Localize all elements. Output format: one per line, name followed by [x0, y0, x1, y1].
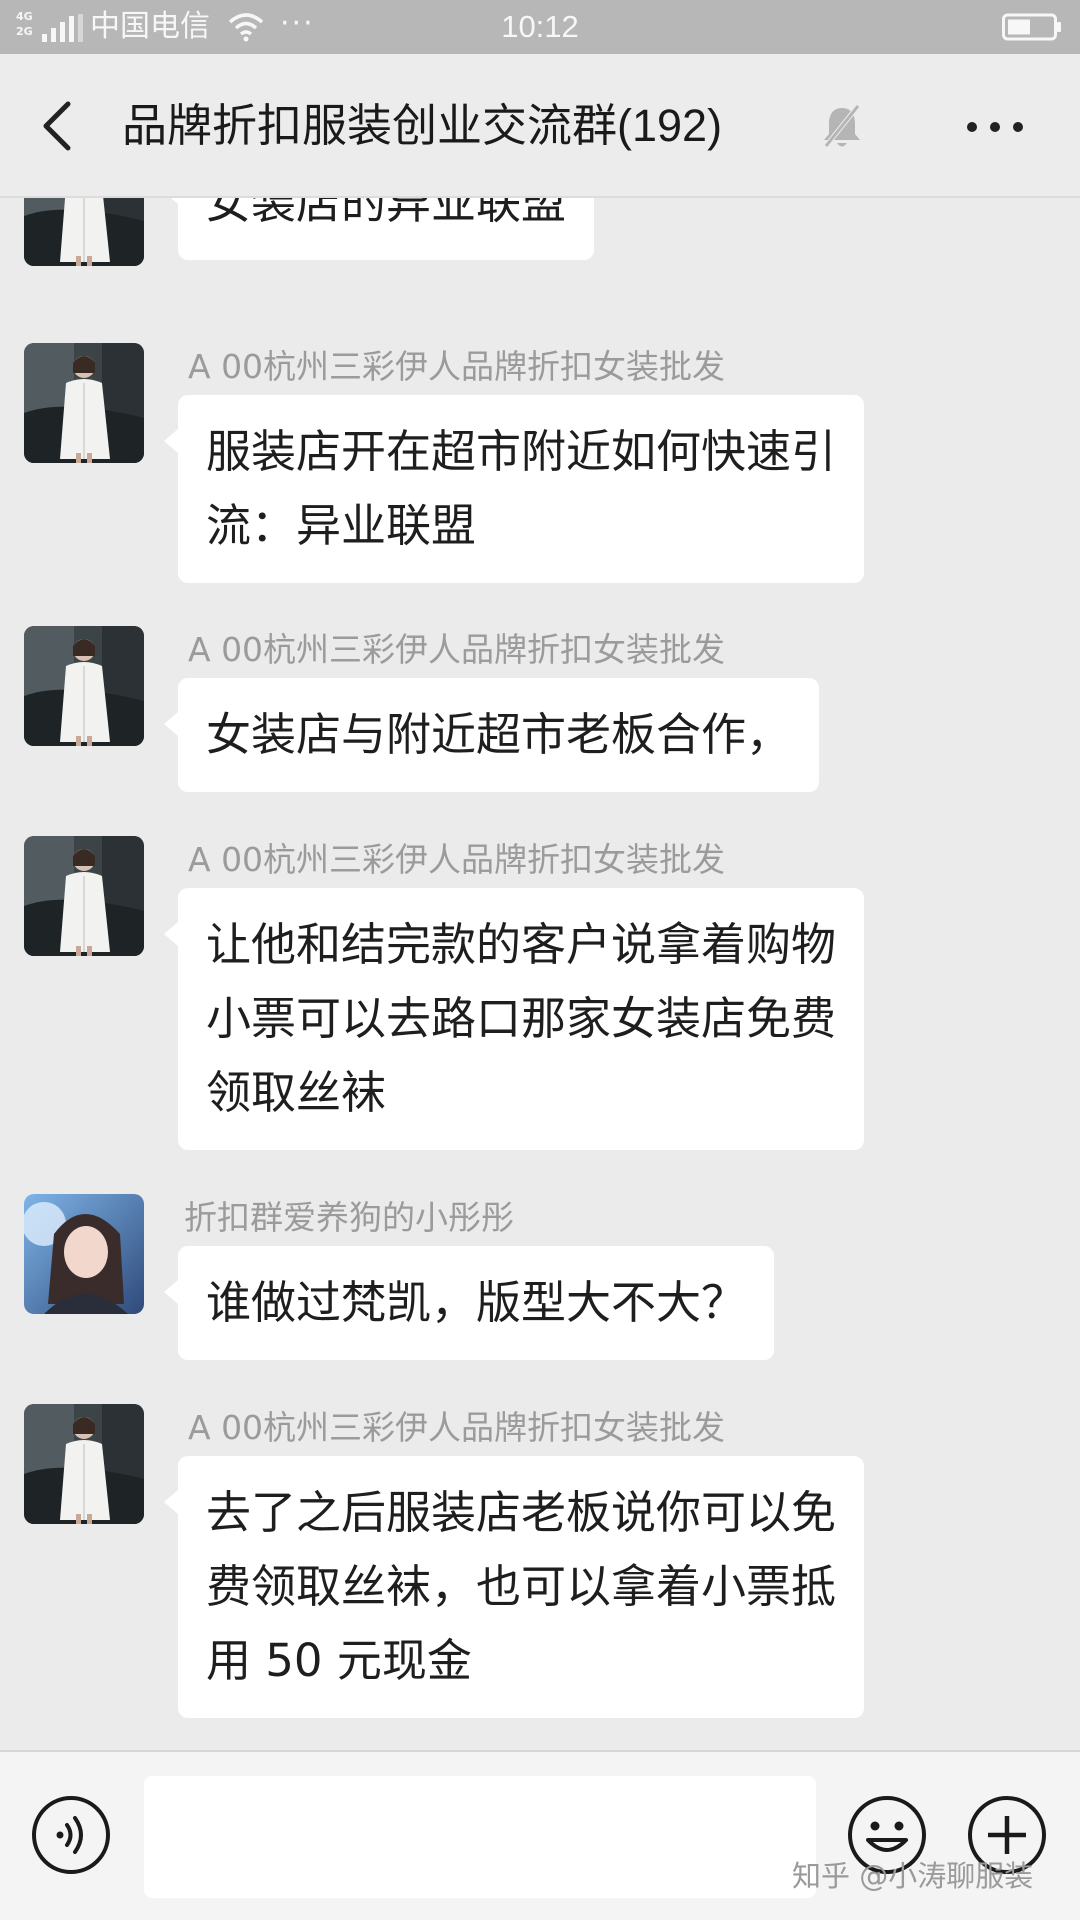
message-bubble[interactable]: 谁做过梵凯，版型大不大？	[163, 1246, 775, 1360]
more-options-icon[interactable]	[962, 114, 1028, 140]
group-name: 品牌折扣服装创业交流群	[122, 99, 618, 152]
sender-name: A 00杭州三彩伊人品牌折扣女装批发	[188, 840, 726, 879]
mute-bell-icon	[824, 104, 860, 148]
message-bubble[interactable]: 女装店与附近超市老板合作，	[163, 678, 820, 792]
avatar[interactable]	[24, 1404, 144, 1524]
message-text-line: 服装店开在超市附近如何快速引	[206, 425, 837, 478]
watermark: 知乎 @小涛聊服装	[792, 1859, 1034, 1893]
avatar[interactable]	[24, 1194, 144, 1314]
back-arrow-icon[interactable]	[38, 98, 78, 154]
message-input[interactable]	[144, 1776, 816, 1898]
message-text-line: 让他和结完款的客户说拿着购物	[206, 918, 837, 971]
avatar[interactable]	[24, 836, 144, 956]
chat-header: 品牌折扣服装创业交流群(192)	[0, 54, 1080, 198]
status-time: 10:12	[501, 9, 579, 44]
message-text-line: 女装店的异业联盟	[206, 198, 567, 229]
battery-icon	[1002, 13, 1061, 41]
sender-name: 折扣群爱养狗的小彤彤	[184, 1198, 514, 1237]
chat-title: 品牌折扣服装创业交流群(192)	[122, 98, 722, 154]
member-count: (192)	[617, 100, 723, 151]
sender-name: A 00杭州三彩伊人品牌折扣女装批发	[188, 347, 726, 386]
status-bar: 4G 2G 中国电信 ··· 10:12	[0, 0, 1080, 54]
avatar[interactable]	[24, 198, 144, 266]
avatar[interactable]	[24, 343, 144, 463]
input-bar: 知乎 @小涛聊服装	[0, 1750, 1080, 1920]
message-text-line: 小票可以去路口那家女装店免费	[206, 992, 837, 1045]
message-bubble[interactable]: 去了之后服装店老板说你可以免 费领取丝袜，也可以拿着小票抵 用 50 元现金	[163, 1456, 865, 1718]
chat-screen: 4G 2G 中国电信 ··· 10:12 品牌折扣服装创业交流群(192) 女装…	[0, 0, 1080, 1920]
message-bubble[interactable]: 让他和结完款的客户说拿着购物 小票可以去路口那家女装店免费 领取丝袜	[163, 888, 865, 1150]
message-text-line: 女装店与附近超市老板合作，	[206, 708, 792, 761]
message-text-line: 用 50 元现金	[206, 1634, 472, 1687]
message-list[interactable]: 女装店的异业联盟 A 00杭州三彩伊人品牌折扣女装批发 服装店开在超市附近如何快…	[0, 198, 1080, 1750]
message-text-line: 领取丝袜	[206, 1066, 387, 1119]
message-text-line: 费领取丝袜，也可以拿着小票抵	[206, 1560, 837, 1613]
sender-name: A 00杭州三彩伊人品牌折扣女装批发	[188, 630, 726, 669]
message-text-line: 流：异业联盟	[206, 499, 477, 552]
message-text-line: 去了之后服装店老板说你可以免	[206, 1486, 837, 1539]
message-text-line: 谁做过梵凯，版型大不大？	[206, 1276, 747, 1329]
message-bubble[interactable]: 服装店开在超市附近如何快速引 流：异业联盟	[163, 395, 865, 583]
avatar[interactable]	[24, 626, 144, 746]
sender-name: A 00杭州三彩伊人品牌折扣女装批发	[188, 1408, 726, 1447]
message-bubble[interactable]: 女装店的异业联盟	[163, 198, 595, 260]
voice-input-icon[interactable]	[30, 1794, 112, 1876]
